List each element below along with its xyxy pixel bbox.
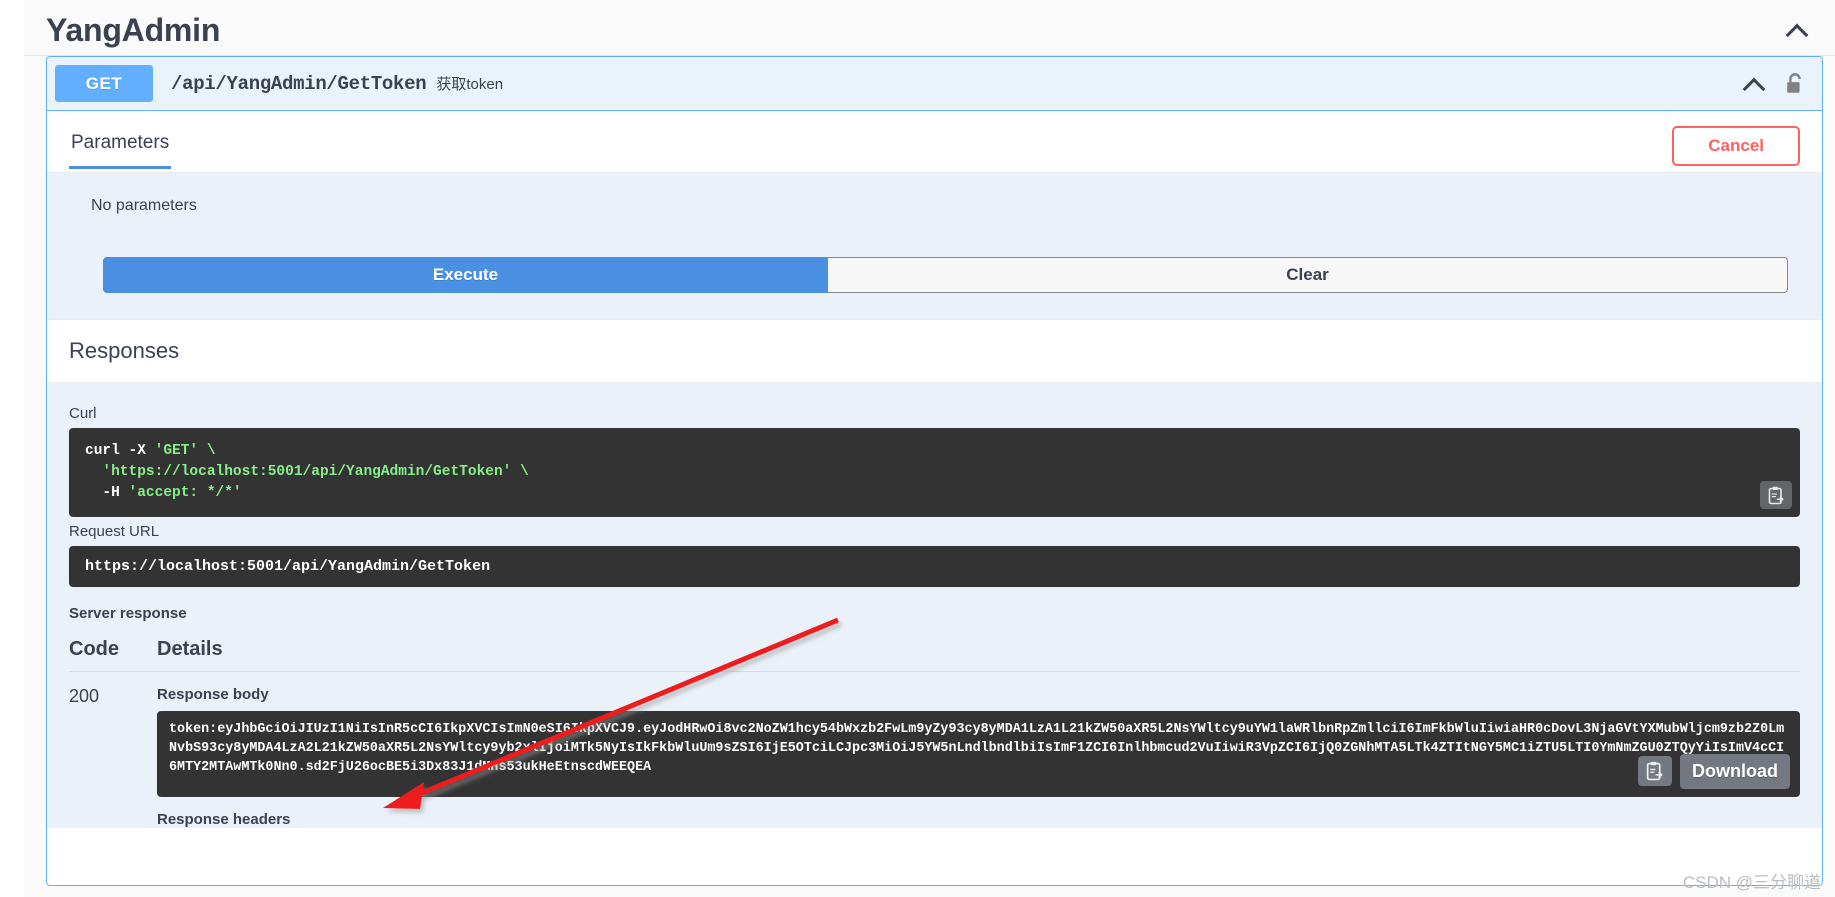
- responses-section: Curl curl -X 'GET' \ 'https://localhost:…: [47, 383, 1822, 829]
- tag-header: YangAdmin: [0, 0, 1835, 56]
- operation-summary-actions: [1742, 72, 1810, 96]
- cancel-button[interactable]: Cancel: [1672, 125, 1800, 166]
- curl-line1-continuation: \: [198, 443, 216, 459]
- operation-body: Parameters Cancel No parameters Execute …: [47, 111, 1822, 829]
- operation-collapse-chevron-up-icon[interactable]: [1742, 75, 1770, 93]
- curl-command: curl -X: [85, 443, 155, 459]
- tag-collapse-chevron-up-icon[interactable]: [1785, 21, 1813, 39]
- copy-curl-button[interactable]: [1760, 481, 1792, 510]
- operation-tabs-row: Parameters Cancel: [47, 111, 1822, 173]
- responses-header: Responses: [47, 319, 1822, 383]
- no-parameters-text: No parameters: [91, 197, 197, 214]
- unlocked-padlock-icon[interactable]: [1784, 72, 1806, 96]
- parameters-section: No parameters Execute Clear: [47, 173, 1822, 319]
- curl-code-block: curl -X 'GET' \ 'https://localhost:5001/…: [69, 428, 1800, 518]
- operation-summary-text: 获取token: [436, 76, 504, 93]
- server-response-label: Server response: [69, 605, 187, 623]
- response-body-label: Response body: [157, 686, 269, 704]
- curl-label: Curl: [69, 405, 97, 422]
- request-url-label: Request URL: [69, 523, 160, 541]
- execute-clear-row: Execute Clear: [69, 257, 1800, 293]
- execute-button[interactable]: Execute: [103, 257, 828, 293]
- response-status-code: 200: [69, 686, 100, 707]
- copy-response-body-button[interactable]: [1638, 756, 1672, 787]
- curl-header-flag: -H: [85, 485, 129, 502]
- curl-method-string: 'GET': [154, 443, 199, 459]
- response-details-cell: Response body token:eyJhbGciOiJIUzI1NiIs…: [157, 672, 1800, 829]
- left-gutter: [0, 0, 24, 897]
- response-body-text: token:eyJhbGciOiJIUzI1NiIsInR5cCI6IkpXVC…: [169, 722, 1785, 776]
- swagger-ui-page: YangAdmin GET /api/YangAdmin/GetToken 获取…: [0, 0, 1835, 897]
- operation-summary-bar[interactable]: GET /api/YangAdmin/GetToken 获取token: [47, 57, 1822, 111]
- operation-path: /api/YangAdmin/GetToken: [171, 72, 427, 95]
- response-headers-label: Response headers: [157, 811, 291, 829]
- curl-line2-continuation: \: [511, 464, 529, 481]
- column-header-code: Code: [69, 638, 157, 673]
- clear-button[interactable]: Clear: [828, 257, 1788, 293]
- curl-accept-string: 'accept: */*': [128, 485, 242, 502]
- request-url-value: https://localhost:5001/api/YangAdmin/Get…: [69, 546, 1800, 588]
- download-response-button[interactable]: Download: [1680, 753, 1790, 790]
- table-row: 200 Response body token:eyJhbGciOiJIUzI1…: [69, 672, 1800, 829]
- column-header-details: Details: [157, 638, 1800, 673]
- operation-block: GET /api/YangAdmin/GetToken 获取token Para…: [46, 56, 1823, 886]
- responses-title: Responses: [69, 338, 180, 363]
- http-method-badge: GET: [55, 65, 153, 102]
- curl-url-string: 'https://localhost:5001/api/YangAdmin/Ge…: [102, 464, 512, 481]
- tab-parameters[interactable]: Parameters: [69, 130, 172, 169]
- table-header-row: Code Details: [69, 638, 1800, 673]
- page-title: YangAdmin: [46, 11, 221, 48]
- copy-to-clipboard-icon: [1646, 762, 1663, 781]
- response-body-actions: Download: [1638, 753, 1790, 790]
- server-response-table: Code Details 200 Response body token:eyJ…: [69, 638, 1800, 828]
- response-body-code-block: token:eyJhbGciOiJIUzI1NiIsInR5cCI6IkpXVC…: [157, 711, 1800, 798]
- copy-to-clipboard-icon: [1768, 486, 1784, 504]
